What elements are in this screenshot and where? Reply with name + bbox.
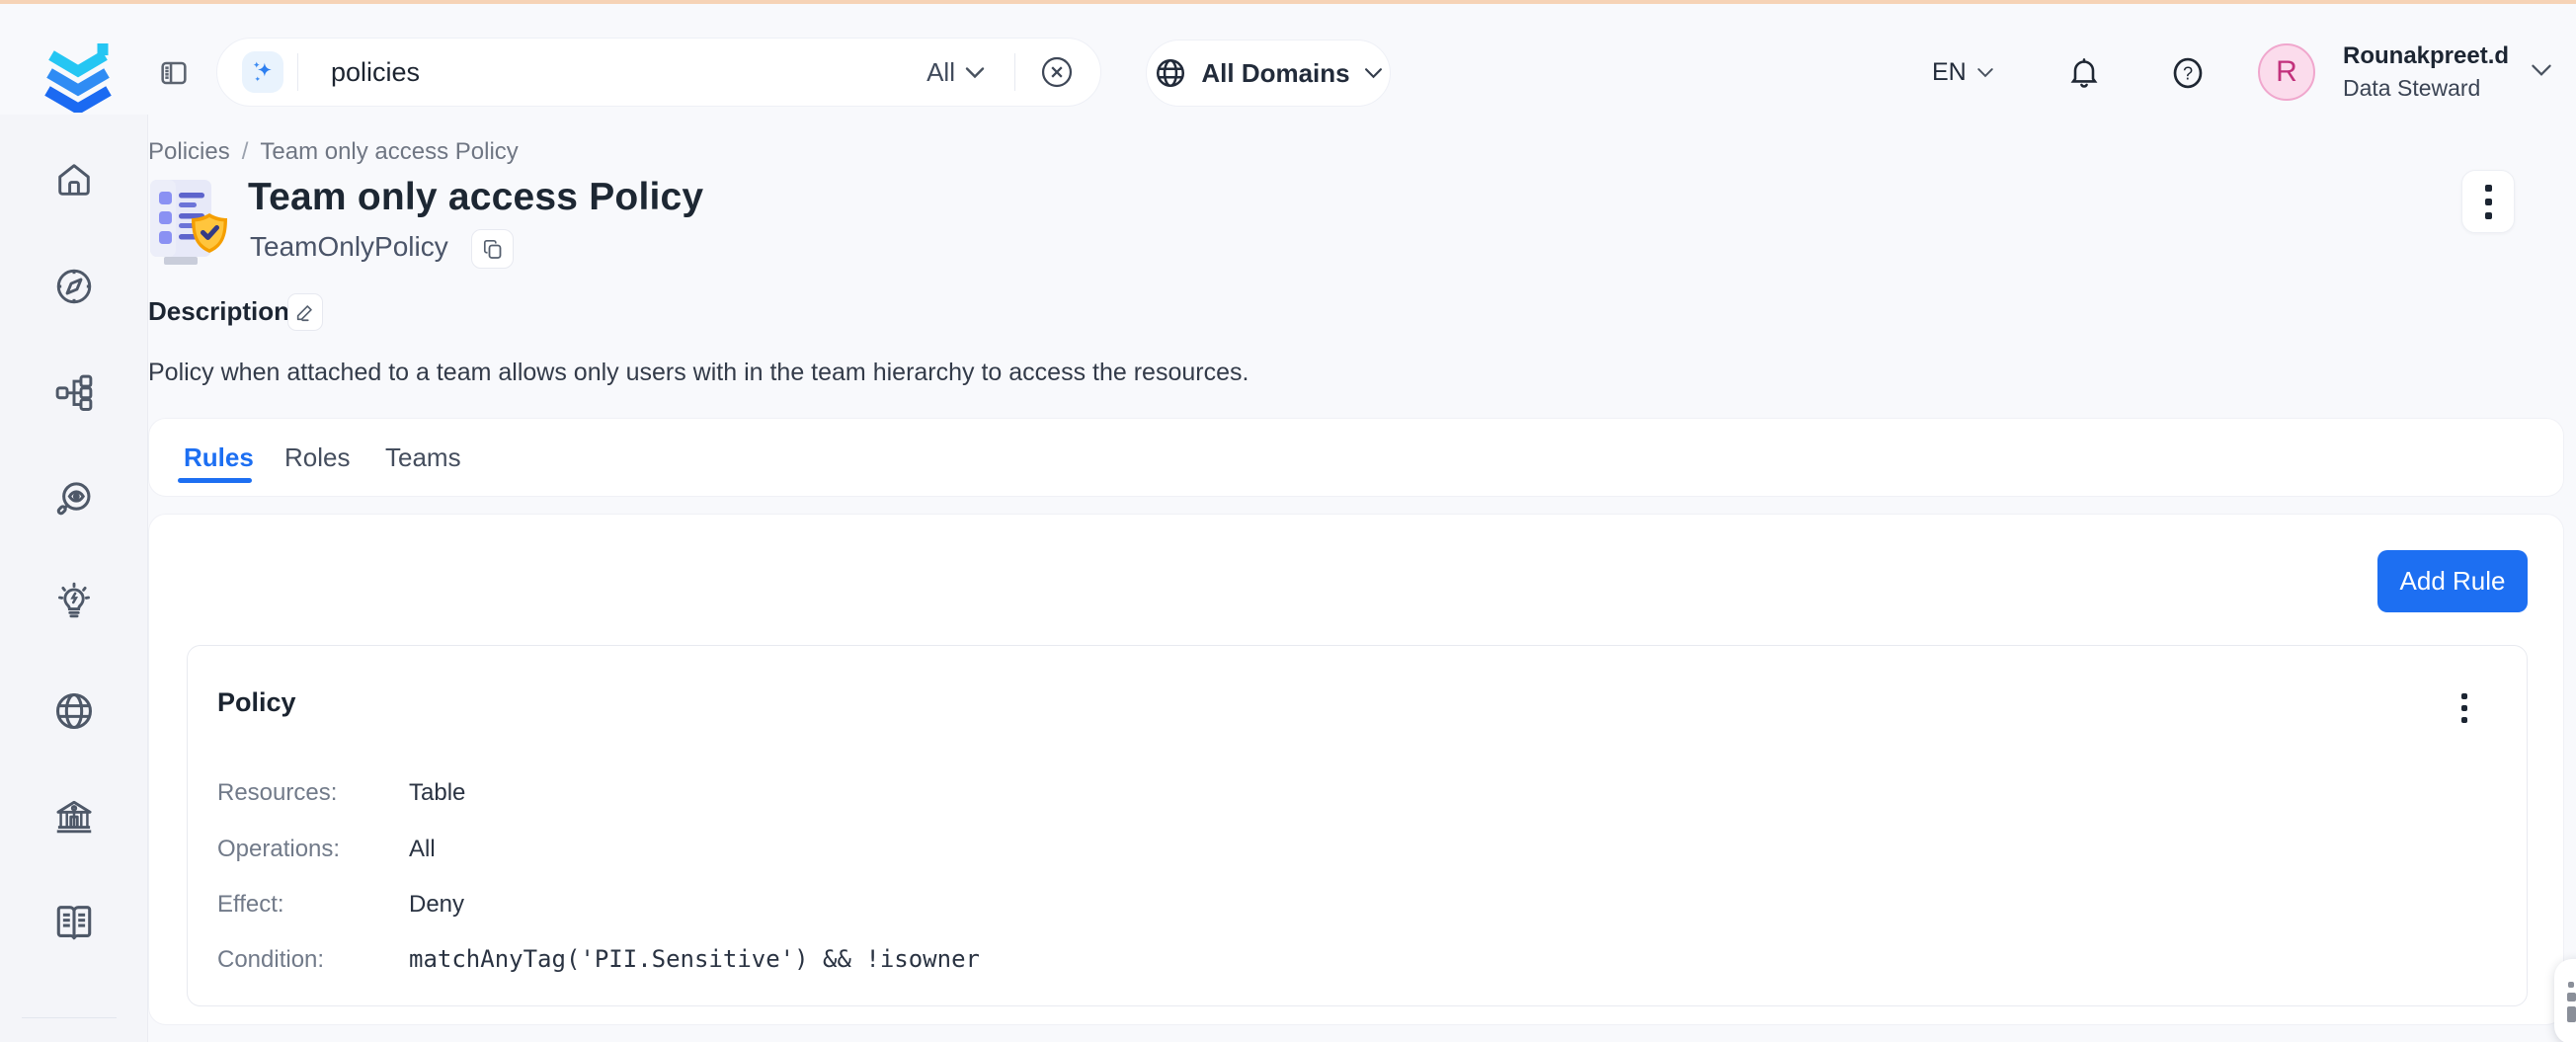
rules-panel: Add Rule Policy Resources:Table Operatio…	[148, 514, 2564, 1025]
lineage-flow-icon	[52, 371, 96, 415]
breadcrumb-policies[interactable]: Policies	[148, 138, 230, 165]
rule-title: Policy	[217, 687, 296, 718]
sidebar-item-domains[interactable]	[50, 687, 98, 735]
sidebar-item-observability[interactable]	[50, 476, 98, 523]
rule-row-condition: Condition:matchAnyTag('PII.Sensitive') &…	[217, 945, 980, 974]
govern-bank-icon	[51, 795, 97, 841]
user-avatar[interactable]: R	[2258, 43, 2315, 101]
domains-label: All Domains	[1201, 58, 1349, 89]
search-divider	[297, 53, 298, 91]
app-logo-icon[interactable]	[41, 34, 115, 113]
global-search-bar[interactable]: policies All	[216, 38, 1101, 107]
kebab-dot	[2485, 185, 2492, 192]
rule-label: Condition:	[217, 946, 409, 974]
sidebar-item-home[interactable]	[50, 156, 98, 203]
sidebar-item-glossary[interactable]	[50, 899, 98, 946]
ai-sparkles-icon[interactable]	[242, 51, 283, 93]
rule-label: Effect:	[217, 891, 409, 919]
breadcrumb-separator: /	[242, 138, 249, 165]
edit-description-pencil-icon[interactable]	[287, 293, 323, 331]
home-icon	[52, 158, 96, 201]
tab-bar: Rules Roles Teams	[148, 418, 2564, 497]
rule-value: All	[409, 836, 436, 862]
observability-search-eye-icon	[51, 477, 97, 522]
help-icon[interactable]: ?	[2169, 54, 2207, 92]
policy-entity-icon	[148, 174, 231, 267]
left-nav-sidebar	[0, 115, 148, 1042]
tab-teams[interactable]: Teams	[385, 442, 461, 473]
description-text: Policy when attached to a team allows on…	[148, 359, 1248, 387]
kebab-dot	[2461, 693, 2467, 699]
floating-helper-widget[interactable]	[2554, 959, 2576, 1042]
rule-value-condition: matchAnyTag('PII.Sensitive') && !isowner	[409, 945, 980, 973]
widget-glyph	[2567, 993, 2576, 1002]
avatar-initial: R	[2276, 55, 2297, 89]
notifications-bell-icon[interactable]	[2066, 53, 2102, 91]
search-scope-dropdown[interactable]: All	[926, 57, 985, 88]
user-role: Data Steward	[2343, 73, 2516, 103]
user-name: Rounakpreet.d	[2343, 40, 2516, 73]
tab-roles[interactable]: Roles	[284, 442, 350, 473]
active-tab-underline	[178, 478, 252, 483]
rule-row-resources: Resources:Table	[217, 779, 465, 807]
domains-dropdown[interactable]: All Domains	[1146, 40, 1391, 107]
description-label: Description	[148, 296, 289, 327]
language-label: EN	[1932, 58, 1967, 87]
manage-kebab-button[interactable]	[2461, 170, 2515, 233]
insights-lightbulb-icon	[51, 580, 97, 625]
sidebar-toggle-icon[interactable]	[156, 55, 192, 91]
rule-value: Table	[409, 779, 465, 806]
chevron-down-icon	[965, 66, 985, 79]
policy-rule-card: Policy Resources:Table Operations:All Ef…	[187, 645, 2528, 1006]
search-input[interactable]: policies	[331, 57, 926, 88]
sidebar-divider	[22, 1017, 117, 1018]
page-title: Team only access Policy	[248, 176, 703, 219]
globe-icon	[1154, 56, 1187, 90]
sidebar-item-explore[interactable]	[50, 263, 98, 310]
kebab-dot	[2485, 199, 2492, 205]
widget-glyph	[2567, 1006, 2576, 1022]
explore-compass-icon	[52, 265, 96, 308]
app-window: policies All All Domains E	[0, 0, 2576, 1042]
rule-row-operations: Operations:All	[217, 836, 436, 863]
breadcrumb: Policies / Team only access Policy	[148, 138, 519, 166]
tab-rules[interactable]: Rules	[184, 442, 254, 473]
glossary-book-icon	[51, 900, 97, 945]
user-menu[interactable]: Rounakpreet.d Data Steward	[2343, 40, 2516, 103]
kebab-dot	[2461, 717, 2467, 723]
chevron-down-icon	[1976, 67, 1994, 78]
breadcrumb-current[interactable]: Team only access Policy	[260, 138, 518, 165]
rule-label: Operations:	[217, 836, 409, 863]
chevron-down-icon	[1364, 67, 1383, 79]
kebab-dot	[2461, 705, 2467, 711]
sidebar-item-insights[interactable]	[50, 579, 98, 626]
rule-row-effect: Effect:Deny	[217, 891, 464, 919]
user-menu-chevron-icon[interactable]	[2531, 63, 2552, 77]
kebab-dot	[2485, 212, 2492, 219]
sidebar-item-lineage[interactable]	[50, 369, 98, 417]
policy-fqn: TeamOnlyPolicy	[250, 231, 448, 263]
search-divider	[1014, 53, 1015, 91]
domains-globe-icon	[51, 688, 97, 734]
rule-kebab-button[interactable]	[2461, 693, 2467, 723]
search-clear-icon[interactable]	[1039, 54, 1075, 90]
widget-glyph	[2568, 982, 2574, 988]
app-header: policies All All Domains E	[0, 4, 2576, 115]
svg-text:?: ?	[2183, 64, 2193, 84]
language-dropdown[interactable]: EN	[1932, 58, 1994, 87]
add-rule-button[interactable]: Add Rule	[2377, 550, 2528, 612]
rule-label: Resources:	[217, 779, 409, 807]
sidebar-item-govern[interactable]	[50, 794, 98, 842]
rule-value: Deny	[409, 891, 464, 918]
copy-icon[interactable]	[471, 229, 514, 269]
search-scope-label: All	[926, 57, 955, 88]
